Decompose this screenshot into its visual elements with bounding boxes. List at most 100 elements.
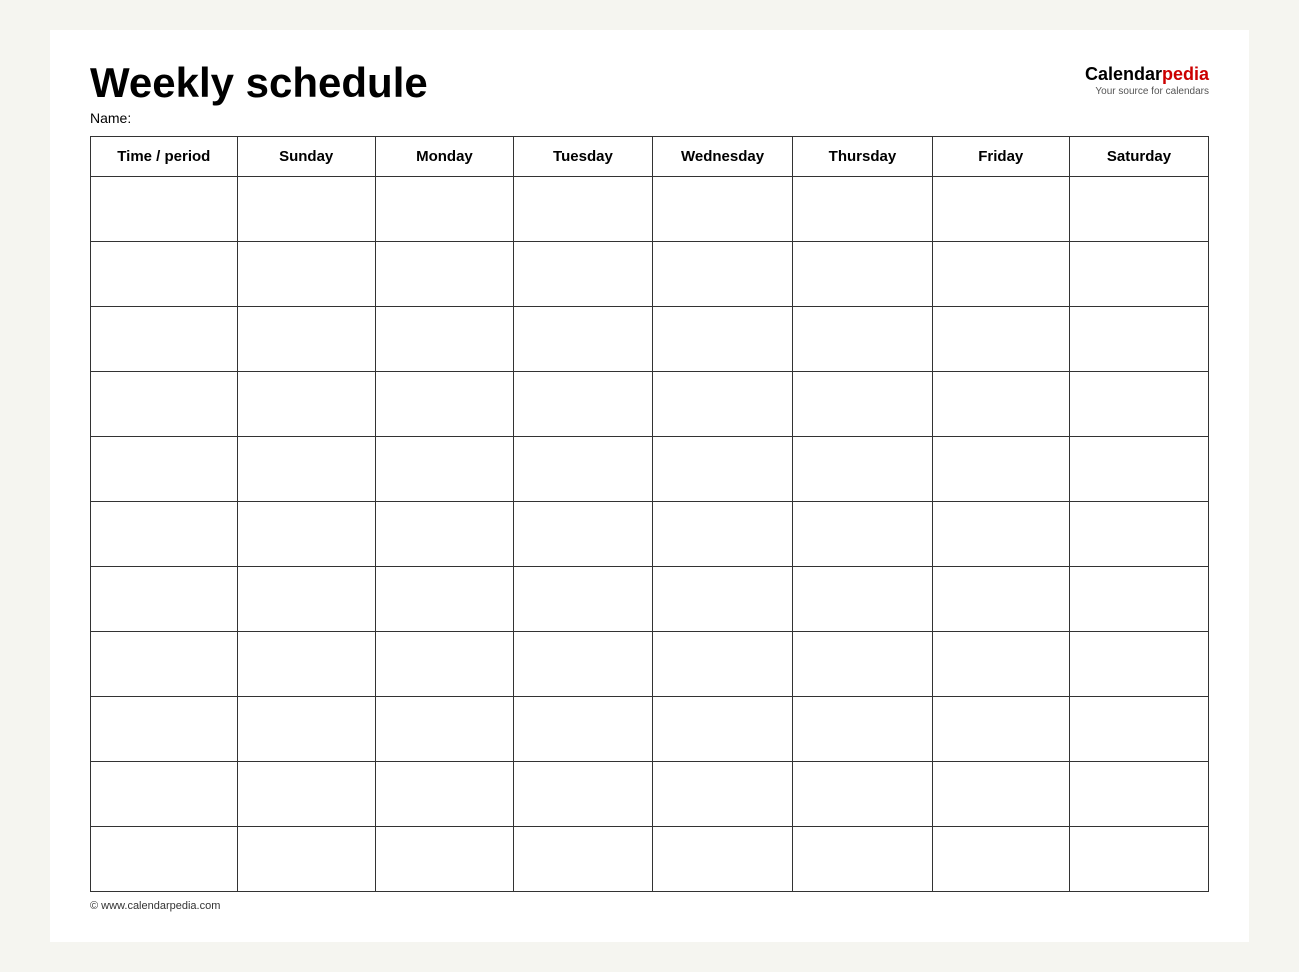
- day-cell[interactable]: [375, 242, 513, 307]
- day-cell[interactable]: [375, 632, 513, 697]
- day-cell[interactable]: [237, 632, 375, 697]
- day-cell[interactable]: [514, 762, 653, 827]
- col-header-friday: Friday: [932, 137, 1069, 177]
- day-cell[interactable]: [932, 762, 1069, 827]
- day-cell[interactable]: [932, 827, 1069, 892]
- day-cell[interactable]: [375, 502, 513, 567]
- day-cell[interactable]: [1069, 242, 1208, 307]
- day-cell[interactable]: [514, 242, 653, 307]
- day-cell[interactable]: [652, 502, 793, 567]
- day-cell[interactable]: [514, 372, 653, 437]
- day-cell[interactable]: [793, 372, 932, 437]
- day-cell[interactable]: [793, 242, 932, 307]
- day-cell[interactable]: [932, 372, 1069, 437]
- day-cell[interactable]: [375, 567, 513, 632]
- day-cell[interactable]: [375, 762, 513, 827]
- day-cell[interactable]: [932, 632, 1069, 697]
- table-row: [91, 177, 1209, 242]
- day-cell[interactable]: [932, 242, 1069, 307]
- day-cell[interactable]: [237, 827, 375, 892]
- time-cell[interactable]: [91, 502, 238, 567]
- day-cell[interactable]: [375, 437, 513, 502]
- day-cell[interactable]: [237, 697, 375, 762]
- table-row: [91, 827, 1209, 892]
- day-cell[interactable]: [1069, 502, 1208, 567]
- col-header-wednesday: Wednesday: [652, 137, 793, 177]
- logo-main: Calendar: [1085, 64, 1162, 84]
- day-cell[interactable]: [1069, 567, 1208, 632]
- time-cell[interactable]: [91, 242, 238, 307]
- day-cell[interactable]: [514, 307, 653, 372]
- day-cell[interactable]: [793, 762, 932, 827]
- day-cell[interactable]: [793, 502, 932, 567]
- day-cell[interactable]: [514, 437, 653, 502]
- day-cell[interactable]: [514, 632, 653, 697]
- time-cell[interactable]: [91, 177, 238, 242]
- day-cell[interactable]: [1069, 827, 1208, 892]
- day-cell[interactable]: [514, 827, 653, 892]
- day-cell[interactable]: [932, 567, 1069, 632]
- day-cell[interactable]: [932, 502, 1069, 567]
- time-cell[interactable]: [91, 632, 238, 697]
- day-cell[interactable]: [932, 307, 1069, 372]
- day-cell[interactable]: [514, 502, 653, 567]
- day-cell[interactable]: [793, 632, 932, 697]
- day-cell[interactable]: [932, 177, 1069, 242]
- day-cell[interactable]: [652, 762, 793, 827]
- logo-text: Calendarpedia: [1085, 64, 1209, 86]
- day-cell[interactable]: [652, 827, 793, 892]
- day-cell[interactable]: [237, 372, 375, 437]
- day-cell[interactable]: [652, 567, 793, 632]
- day-cell[interactable]: [793, 567, 932, 632]
- time-cell[interactable]: [91, 762, 238, 827]
- day-cell[interactable]: [1069, 762, 1208, 827]
- day-cell[interactable]: [652, 372, 793, 437]
- day-cell[interactable]: [652, 437, 793, 502]
- time-cell[interactable]: [91, 567, 238, 632]
- day-cell[interactable]: [793, 697, 932, 762]
- day-cell[interactable]: [375, 177, 513, 242]
- page-title: Weekly schedule: [90, 60, 428, 106]
- day-cell[interactable]: [1069, 307, 1208, 372]
- day-cell[interactable]: [237, 762, 375, 827]
- day-cell[interactable]: [375, 372, 513, 437]
- time-cell[interactable]: [91, 307, 238, 372]
- day-cell[interactable]: [652, 177, 793, 242]
- day-cell[interactable]: [375, 307, 513, 372]
- time-cell[interactable]: [91, 372, 238, 437]
- day-cell[interactable]: [793, 177, 932, 242]
- day-cell[interactable]: [1069, 437, 1208, 502]
- day-cell[interactable]: [237, 307, 375, 372]
- day-cell[interactable]: [932, 697, 1069, 762]
- day-cell[interactable]: [514, 697, 653, 762]
- time-cell[interactable]: [91, 827, 238, 892]
- day-cell[interactable]: [375, 827, 513, 892]
- day-cell[interactable]: [1069, 177, 1208, 242]
- day-cell[interactable]: [514, 567, 653, 632]
- day-cell[interactable]: [652, 697, 793, 762]
- day-cell[interactable]: [652, 242, 793, 307]
- day-cell[interactable]: [237, 242, 375, 307]
- title-section: Weekly schedule Name:: [90, 60, 428, 126]
- day-cell[interactable]: [237, 177, 375, 242]
- col-header-tuesday: Tuesday: [514, 137, 653, 177]
- day-cell[interactable]: [1069, 697, 1208, 762]
- day-cell[interactable]: [1069, 372, 1208, 437]
- col-header-time: Time / period: [91, 137, 238, 177]
- day-cell[interactable]: [375, 697, 513, 762]
- time-cell[interactable]: [91, 697, 238, 762]
- col-header-monday: Monday: [375, 137, 513, 177]
- day-cell[interactable]: [652, 632, 793, 697]
- day-cell[interactable]: [237, 567, 375, 632]
- day-cell[interactable]: [237, 437, 375, 502]
- day-cell[interactable]: [793, 827, 932, 892]
- day-cell[interactable]: [793, 307, 932, 372]
- day-cell[interactable]: [932, 437, 1069, 502]
- day-cell[interactable]: [514, 177, 653, 242]
- table-row: [91, 372, 1209, 437]
- day-cell[interactable]: [1069, 632, 1208, 697]
- day-cell[interactable]: [793, 437, 932, 502]
- day-cell[interactable]: [652, 307, 793, 372]
- time-cell[interactable]: [91, 437, 238, 502]
- day-cell[interactable]: [237, 502, 375, 567]
